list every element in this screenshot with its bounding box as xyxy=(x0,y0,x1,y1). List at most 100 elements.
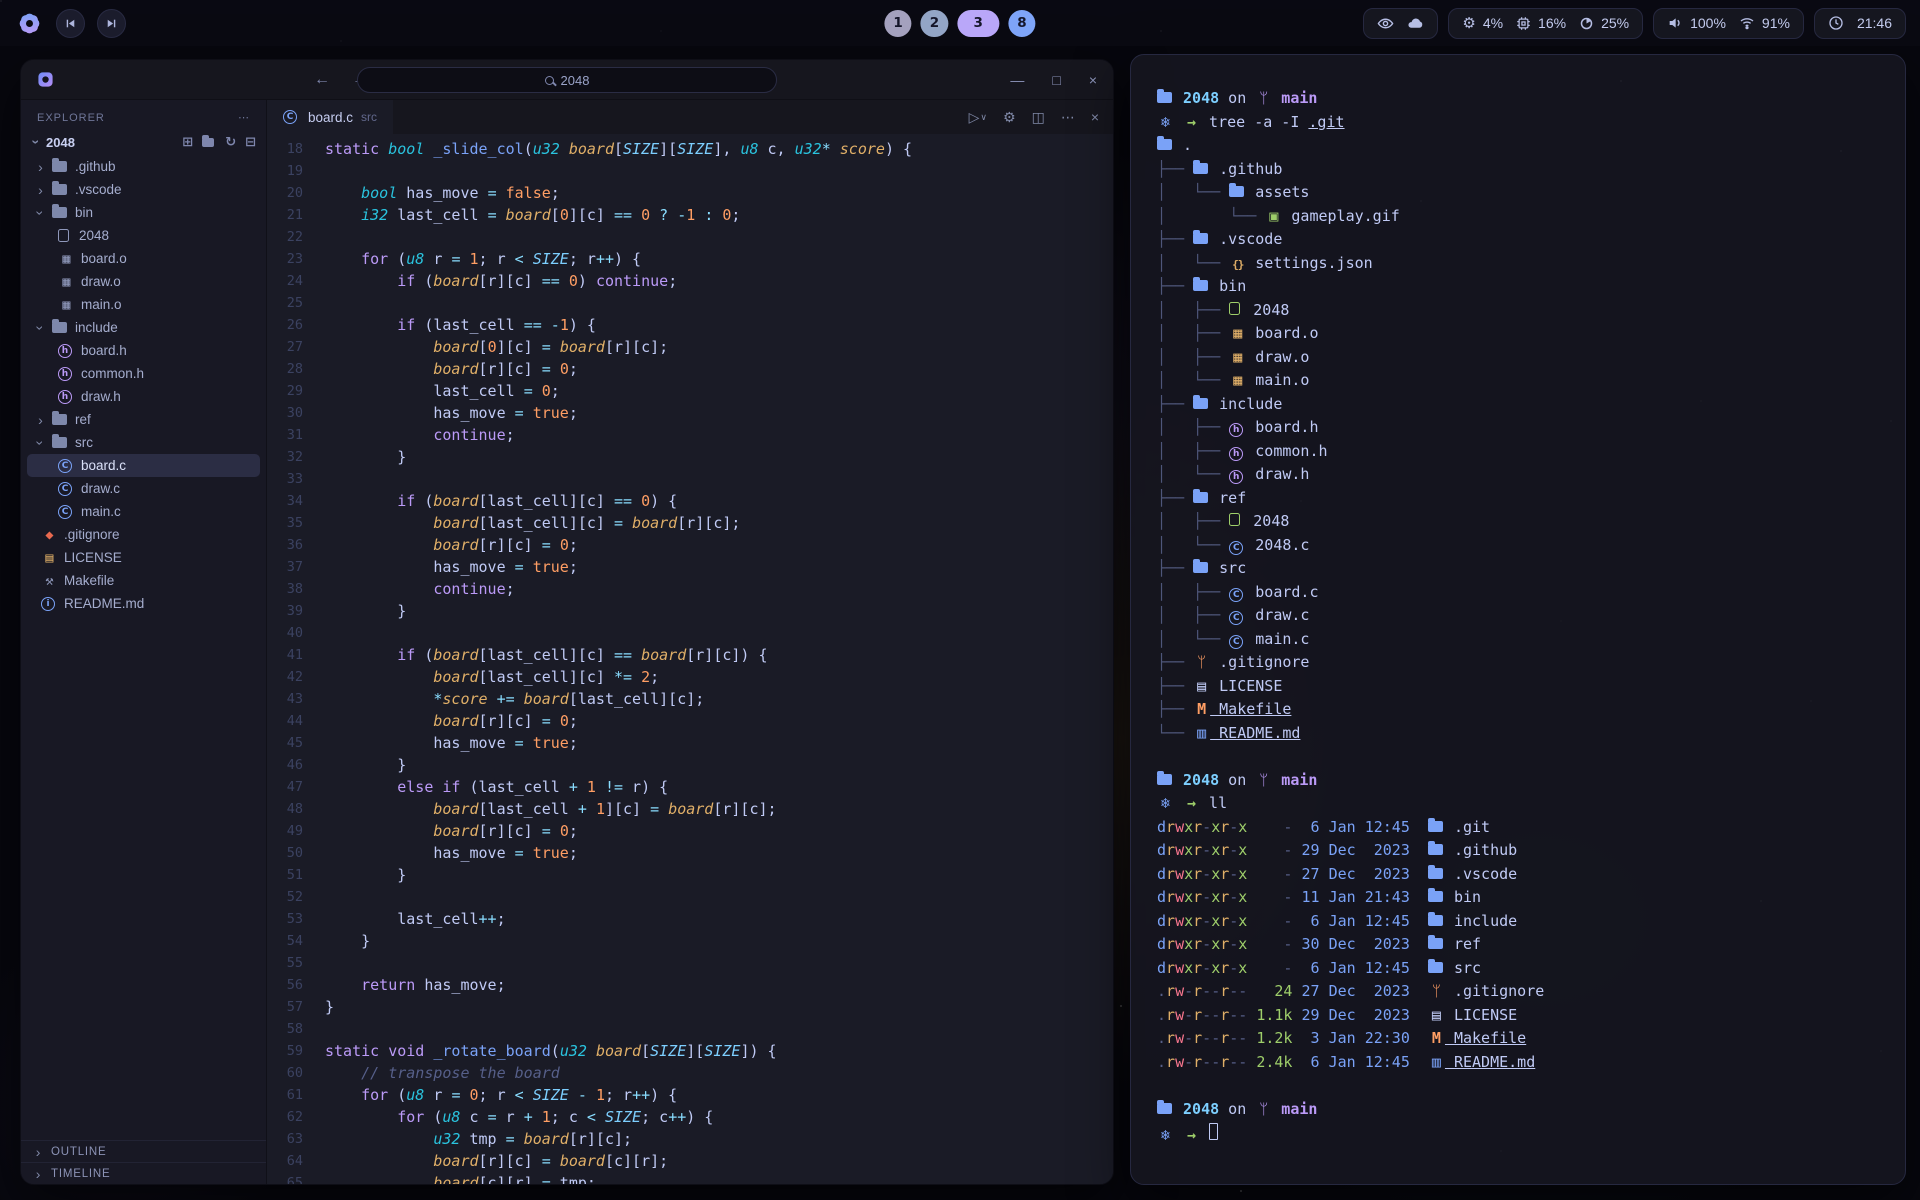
line-number: 37 xyxy=(267,556,325,578)
chevron-right-icon: › xyxy=(33,1167,44,1181)
refresh-explorer-button[interactable]: ↻ xyxy=(225,134,236,150)
line-number: 43 xyxy=(267,688,325,710)
explorer-item-Makefile[interactable]: ⚒Makefile xyxy=(27,569,260,592)
terminal-text: tree -a -I xyxy=(1200,113,1308,131)
explorer-item-common.h[interactable]: hcommon.h xyxy=(27,362,260,385)
close-editor-button[interactable]: × xyxy=(1091,109,1099,126)
explorer-item-main.o[interactable]: ▦main.o xyxy=(27,293,260,316)
terminal-text: ref xyxy=(1210,489,1246,507)
system-stats-pill[interactable]: ⚙ 4% 16% xyxy=(1448,8,1643,39)
terminal-line: ├── ref xyxy=(1157,489,1879,513)
vscode-titlebar[interactable]: ← → 2048 — □ × xyxy=(21,60,1113,100)
skip-prev-button[interactable] xyxy=(56,9,85,38)
clock-pill[interactable]: 21:46 xyxy=(1814,8,1906,39)
project-root-row[interactable]: › 2048 ⊞ ↻ ⊟ xyxy=(21,131,266,153)
hfile-icon: h xyxy=(58,344,72,358)
explorer-item-.github[interactable]: ›.github xyxy=(27,155,260,178)
terminal-text: r xyxy=(1193,1006,1202,1024)
terminal-text: x xyxy=(1211,818,1220,836)
terminal-text: r xyxy=(1166,935,1175,953)
explorer-more-icon[interactable]: ⋯ xyxy=(238,111,250,124)
terminal-text: main.c xyxy=(1246,630,1309,648)
code-text: has_move = true; xyxy=(325,402,578,424)
explorer-item-main.c[interactable]: Cmain.c xyxy=(27,500,260,523)
close-button[interactable]: × xyxy=(1089,72,1097,88)
explorer-item-draw.o[interactable]: ▦draw.o xyxy=(27,270,260,293)
workspace-1[interactable]: 1 xyxy=(884,10,911,37)
explorer-item-.gitignore[interactable]: ◆.gitignore xyxy=(27,523,260,546)
code-line: 58 xyxy=(267,1018,1113,1040)
code-text: for (u8 r = 1; r < SIZE; r++) { xyxy=(325,248,641,270)
tab-board-c[interactable]: C board.c src xyxy=(267,100,393,134)
terminal-line xyxy=(1157,1076,1879,1100)
terminal-line: │ ├── C board.c xyxy=(1157,583,1879,607)
json-icon: {} xyxy=(1229,258,1246,271)
git-icon: ᛘ xyxy=(1428,982,1445,1000)
code-editor[interactable]: 18static bool _slide_col(u32 board[SIZE]… xyxy=(267,134,1113,1184)
chevron-right-icon: › xyxy=(33,1145,44,1159)
code-line: 19 xyxy=(267,160,1113,182)
new-file-button[interactable]: ⊞ xyxy=(182,134,193,150)
explorer-item-include[interactable]: ›include xyxy=(27,316,260,339)
workspace-8[interactable]: 8 xyxy=(1008,10,1035,37)
line-number: 36 xyxy=(267,534,325,556)
terminal-window[interactable]: 2048 on ᛘ main❄ → tree -a -I .git .├── .… xyxy=(1130,54,1906,1185)
code-line: 45 has_move = true; xyxy=(267,732,1113,754)
split-editor-button[interactable]: ◫ xyxy=(1032,109,1045,126)
more-actions-button[interactable]: ⋯ xyxy=(1061,109,1075,126)
code-line: 55 xyxy=(267,952,1113,974)
maximize-button[interactable]: □ xyxy=(1052,72,1060,88)
outline-panel[interactable]: › OUTLINE xyxy=(21,1140,266,1162)
workspace-2[interactable]: 2 xyxy=(921,10,948,37)
explorer-item-board.o[interactable]: ▦board.o xyxy=(27,247,260,270)
explorer-item-2048[interactable]: 2048 xyxy=(27,224,260,247)
explorer-item-src[interactable]: ›src xyxy=(27,431,260,454)
folder-icon xyxy=(52,322,67,333)
terminal-text: 2048 xyxy=(1244,512,1289,530)
skip-next-icon xyxy=(105,17,118,30)
terminal-text xyxy=(1410,935,1428,953)
terminal-cursor xyxy=(1209,1123,1218,1140)
new-folder-button[interactable] xyxy=(202,134,216,150)
explorer-item-ref[interactable]: ›ref xyxy=(27,408,260,431)
run-button[interactable]: ▷∨ xyxy=(969,109,987,126)
terminal-text: x xyxy=(1184,935,1193,953)
explorer-item-board.c[interactable]: Cboard.c xyxy=(27,454,260,477)
line-number: 61 xyxy=(267,1084,325,1106)
collapse-folders-button[interactable]: ⊟ xyxy=(245,134,256,150)
explorer-item-README.md[interactable]: iREADME.md xyxy=(27,592,260,615)
back-arrow-icon[interactable]: ← xyxy=(314,71,330,89)
terminal-text: - xyxy=(1202,1006,1211,1024)
workspace-3[interactable]: 3 xyxy=(957,10,999,37)
terminal-line xyxy=(1157,747,1879,771)
explorer-item-LICENSE[interactable]: ▤LICENSE xyxy=(27,546,260,569)
line-number: 39 xyxy=(267,600,325,622)
explorer-item-.vscode[interactable]: ›.vscode xyxy=(27,178,260,201)
timeline-panel[interactable]: › TIMELINE xyxy=(21,1162,266,1184)
arrow-icon: → xyxy=(1183,113,1200,131)
weather-pill[interactable] xyxy=(1363,8,1438,39)
file-label: main.o xyxy=(81,297,122,312)
audio-network-pill[interactable]: 100% 91% xyxy=(1653,8,1804,39)
code-text: } xyxy=(325,754,406,776)
os-logo-button[interactable] xyxy=(14,8,44,38)
explorer-item-draw.c[interactable]: Cdraw.c xyxy=(27,477,260,500)
terminal-text: - xyxy=(1238,1006,1247,1024)
terminal-text: r xyxy=(1193,841,1202,859)
explorer-item-board.h[interactable]: h board.h xyxy=(27,339,260,362)
line-number: 24 xyxy=(267,270,325,292)
file-label: board.h xyxy=(81,343,127,358)
gear-button[interactable]: ⚙ xyxy=(1003,109,1016,126)
terminal-text: │ └── xyxy=(1157,536,1229,554)
explorer-item-bin[interactable]: ›bin xyxy=(27,201,260,224)
terminal-text: .git xyxy=(1445,818,1490,836)
explorer-item-draw.h[interactable]: hdraw.h xyxy=(27,385,260,408)
file-icon xyxy=(1229,302,1240,315)
terminal-text: ├── xyxy=(1157,653,1193,671)
line-number: 57 xyxy=(267,996,325,1018)
terminal-text: 3 Jan 22:30 xyxy=(1292,1029,1409,1047)
terminal-line: ├── ▤ LICENSE xyxy=(1157,677,1879,701)
command-search-box[interactable]: 2048 xyxy=(357,67,777,93)
skip-next-button[interactable] xyxy=(97,9,126,38)
minimize-button[interactable]: — xyxy=(1010,72,1024,88)
